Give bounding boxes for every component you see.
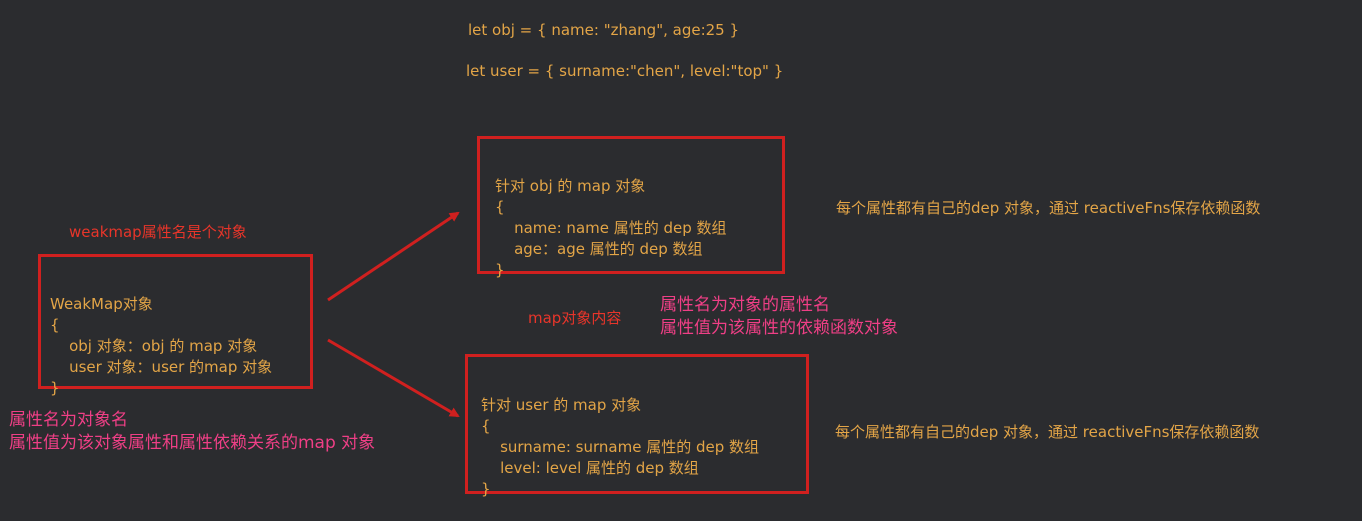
user-map-entry-surname: surname: surname 属性的 dep 数组	[481, 438, 759, 456]
obj-map-box-content: 针对 obj 的 map 对象 { name: name 属性的 dep 数组 a…	[495, 155, 727, 302]
user-map-title: 针对 user 的 map 对象	[481, 396, 642, 414]
weakmap-box-title: WeakMap对象	[50, 295, 153, 313]
weakmap-box-content: WeakMap对象 { obj 对象：obj 的 map 对象 user 对象：u…	[50, 273, 272, 420]
obj-map-close-brace: }	[495, 261, 505, 279]
diagram-canvas: { "code": { "obj_line": "let obj = { nam…	[0, 0, 1362, 517]
user-dep-note: 每个属性都有自己的dep 对象，通过 reactiveFns保存依赖函数	[835, 423, 1260, 441]
weakmap-entry-obj: obj 对象：obj 的 map 对象	[50, 337, 258, 355]
obj-map-entry-name: name: name 属性的 dep 数组	[495, 219, 727, 237]
weakmap-desc-line2: 属性值为该对象属性和属性依赖关系的map 对象	[9, 433, 376, 453]
obj-map-open-brace: {	[495, 198, 505, 216]
weakmap-key-note: weakmap属性名是个对象	[69, 223, 247, 241]
user-map-open-brace: {	[481, 417, 491, 435]
obj-dep-note: 每个属性都有自己的dep 对象，通过 reactiveFns保存依赖函数	[836, 199, 1261, 217]
weakmap-close-brace: }	[50, 379, 60, 397]
user-map-entry-level: level: level 属性的 dep 数组	[481, 459, 699, 477]
arrow-to-obj-map	[327, 211, 460, 302]
weakmap-desc-line1: 属性名为对象名	[9, 410, 128, 430]
weakmap-open-brace: {	[50, 316, 60, 334]
map-content-note: map对象内容	[528, 309, 622, 327]
map-desc-line1: 属性名为对象的属性名	[660, 295, 830, 315]
user-map-close-brace: }	[481, 480, 491, 498]
user-map-box-content: 针对 user 的 map 对象 { surname: surname 属性的 d…	[481, 374, 759, 521]
arrow-to-user-map	[327, 338, 460, 418]
obj-map-title: 针对 obj 的 map 对象	[495, 177, 646, 195]
weakmap-entry-user: user 对象：user 的map 对象	[50, 358, 273, 376]
map-desc-line2: 属性值为该属性的依赖函数对象	[660, 318, 898, 338]
obj-map-entry-age: age：age 属性的 dep 数组	[495, 240, 703, 258]
